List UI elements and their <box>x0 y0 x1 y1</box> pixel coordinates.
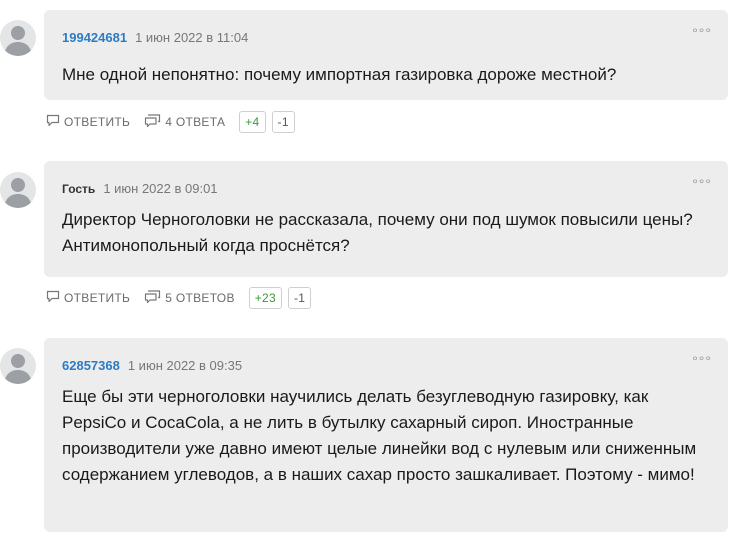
user-avatar-icon[interactable] <box>0 172 36 208</box>
more-dots-icon[interactable]: °°° <box>692 26 712 40</box>
reply-button[interactable]: ОТВЕТИТЬ <box>46 114 130 130</box>
upvote-button[interactable]: +4 <box>239 111 266 133</box>
comments-icon <box>144 289 165 307</box>
comment-meta: 62857368 1 июн 2022 в 09:35 <box>62 358 242 373</box>
comment-bubble: 62857368 1 июн 2022 в 09:35 °°° Еще бы э… <box>44 338 728 532</box>
comment-date: 1 июн 2022 в 11:04 <box>135 30 249 45</box>
comment-author: Гость <box>62 182 96 196</box>
upvote-button[interactable]: +23 <box>248 287 283 309</box>
comment-meta: 199424681 1 июн 2022 в 11:04 <box>62 30 248 45</box>
comment-actions: ОТВЕТИТЬ 5 ОТВЕТОВ +23 -1 <box>46 287 312 309</box>
comment-icon <box>46 114 64 130</box>
user-avatar-icon[interactable] <box>0 20 36 56</box>
comments-icon <box>144 113 165 131</box>
answers-button[interactable]: 5 ОТВЕТОВ <box>144 289 235 307</box>
comment-text: Мне одной непонятно: почему импортная га… <box>62 65 617 84</box>
comment-bubble: 199424681 1 июн 2022 в 11:04 °°° Мне одн… <box>44 10 728 100</box>
more-dots-icon[interactable]: °°° <box>692 177 712 191</box>
downvote-button[interactable]: -1 <box>288 287 312 309</box>
comment-meta: Гость 1 июн 2022 в 09:01 <box>62 181 218 196</box>
comment-author[interactable]: 199424681 <box>62 30 127 45</box>
comment-date: 1 июн 2022 в 09:01 <box>103 181 218 196</box>
answers-button[interactable]: 4 ОТВЕТА <box>144 113 226 131</box>
more-dots-icon[interactable]: °°° <box>692 354 712 368</box>
user-avatar-icon[interactable] <box>0 348 36 384</box>
answers-label: 5 ОТВЕТОВ <box>165 291 235 305</box>
comment-bubble: Гость 1 июн 2022 в 09:01 °°° Директор Че… <box>44 161 728 277</box>
reply-label: ОТВЕТИТЬ <box>64 291 131 305</box>
comment-text: Еще бы эти черноголовки научились делать… <box>62 387 697 484</box>
downvote-button[interactable]: -1 <box>271 111 295 133</box>
comment-author[interactable]: 62857368 <box>62 358 120 373</box>
comment-actions: ОТВЕТИТЬ 4 ОТВЕТА +4 -1 <box>46 111 295 133</box>
reply-button[interactable]: ОТВЕТИТЬ <box>46 290 130 306</box>
comment-icon <box>46 290 64 306</box>
comment-text: Директор Черноголовки не рассказала, поч… <box>62 210 693 255</box>
answers-label: 4 ОТВЕТА <box>165 115 226 129</box>
comment-date: 1 июн 2022 в 09:35 <box>127 358 243 373</box>
reply-label: ОТВЕТИТЬ <box>64 115 131 129</box>
